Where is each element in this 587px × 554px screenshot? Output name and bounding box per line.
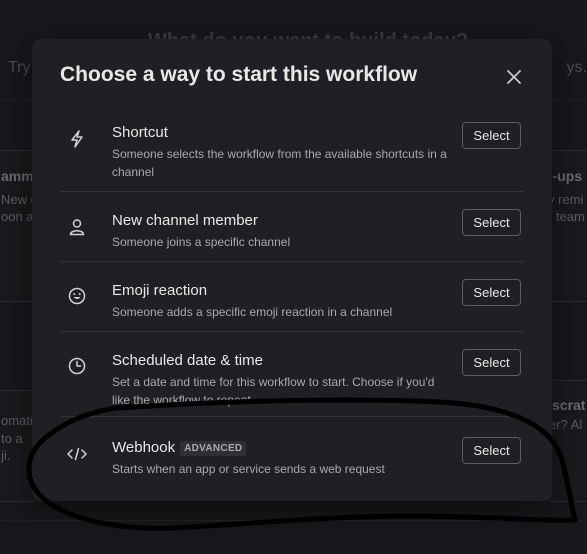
select-new-channel-member-button[interactable]: Select — [462, 209, 521, 236]
option-title: New channel member — [112, 212, 258, 229]
option-description: Someone adds a specific emoji reaction i… — [112, 305, 393, 319]
modal-title: Choose a way to start this workflow — [60, 63, 418, 86]
option-title: Emoji reaction — [112, 282, 208, 299]
close-icon — [507, 70, 521, 84]
option-scheduled-date-time[interactable]: Scheduled date & time Set a date and tim… — [60, 332, 524, 417]
option-new-channel-member[interactable]: New channel member Someone joins a speci… — [60, 192, 524, 262]
option-description: Set a date and time for this workflow to… — [112, 375, 435, 407]
option-emoji-reaction[interactable]: Emoji reaction Someone adds a specific e… — [60, 262, 524, 332]
trigger-options-list: Shortcut Someone selects the workflow fr… — [60, 113, 524, 489]
select-emoji-reaction-button[interactable]: Select — [462, 279, 521, 306]
select-shortcut-button[interactable]: Select — [462, 122, 521, 149]
code-icon — [66, 443, 88, 465]
person-icon — [66, 216, 88, 238]
option-shortcut[interactable]: Shortcut Someone selects the workflow fr… — [60, 113, 524, 192]
option-title: Scheduled date & time — [112, 352, 263, 369]
option-description: Someone selects the workflow from the av… — [112, 147, 447, 179]
option-title: Webhook ADVANCED — [112, 439, 452, 457]
emoji-icon — [66, 285, 88, 307]
option-title: Shortcut — [112, 124, 168, 141]
clock-icon — [66, 355, 88, 377]
select-webhook-button[interactable]: Select — [462, 437, 521, 464]
option-webhook[interactable]: Webhook ADVANCED Starts when an app or s… — [60, 417, 524, 489]
lightning-icon — [66, 128, 88, 150]
advanced-badge: ADVANCED — [180, 440, 247, 456]
select-scheduled-date-time-button[interactable]: Select — [462, 349, 521, 376]
background-divider — [0, 520, 587, 521]
close-button[interactable] — [502, 65, 526, 89]
option-description: Starts when an app or service sends a we… — [112, 462, 385, 476]
option-description: Someone joins a specific channel — [112, 235, 291, 249]
workflow-trigger-modal: Choose a way to start this workflow Shor… — [32, 39, 552, 501]
background-left-prompt: Try — [8, 59, 31, 76]
background-right-prompt: ys. — [566, 59, 587, 76]
